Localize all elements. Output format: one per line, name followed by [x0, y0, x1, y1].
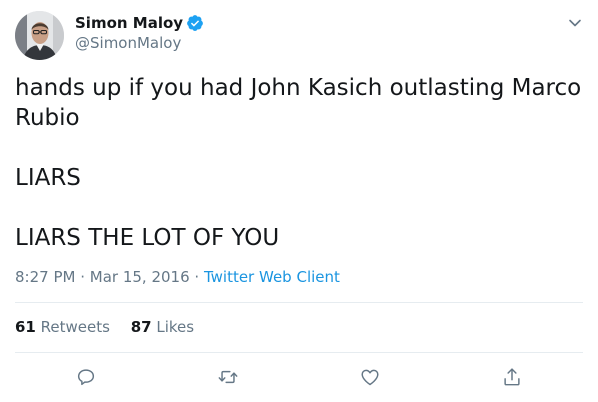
meta-separator: · [189, 268, 204, 286]
tweet-text: hands up if you had John Kasich outlasti… [15, 73, 590, 253]
tweet-card: Simon Maloy @SimonMaloy hands up if you … [0, 0, 598, 402]
likes-label: Likes [156, 318, 195, 336]
retweets-label: Retweets [40, 318, 110, 336]
tweet-date[interactable]: Mar 15, 2016 [90, 268, 190, 286]
avatar[interactable] [15, 11, 64, 60]
tweet-stats: 61 Retweets 87 Likes [15, 317, 210, 337]
tweet-line: LIARS [15, 165, 81, 191]
author-name-row[interactable]: Simon Maloy [75, 13, 204, 33]
share-icon[interactable] [501, 366, 523, 388]
verified-badge-icon [186, 14, 204, 32]
tweet-time[interactable]: 8:27 PM [15, 268, 75, 286]
retweet-icon[interactable] [217, 366, 239, 388]
avatar-photo [15, 11, 64, 60]
meta-separator: · [75, 268, 90, 286]
retweets-count: 61 [15, 318, 36, 336]
tweet-actions [0, 366, 598, 390]
divider [15, 302, 583, 303]
likes-count: 87 [130, 318, 152, 336]
tweet-line: LIARS THE LOT OF YOU [15, 225, 280, 251]
divider [15, 352, 583, 353]
like-icon[interactable] [359, 366, 381, 388]
author-handle[interactable]: @SimonMaloy [75, 33, 181, 53]
author-display-name[interactable]: Simon Maloy [75, 13, 183, 33]
tweet-client-link[interactable]: Twitter Web Client [204, 268, 340, 286]
tweet-line: hands up if you had John Kasich outlasti… [15, 75, 582, 131]
tweet-meta: 8:27 PM · Mar 15, 2016 · Twitter Web Cli… [15, 267, 340, 287]
chevron-down-icon[interactable] [568, 15, 582, 29]
likes-stat[interactable]: 87 Likes [131, 318, 194, 336]
reply-icon[interactable] [75, 366, 97, 388]
retweets-stat[interactable]: 61 Retweets [15, 318, 110, 336]
